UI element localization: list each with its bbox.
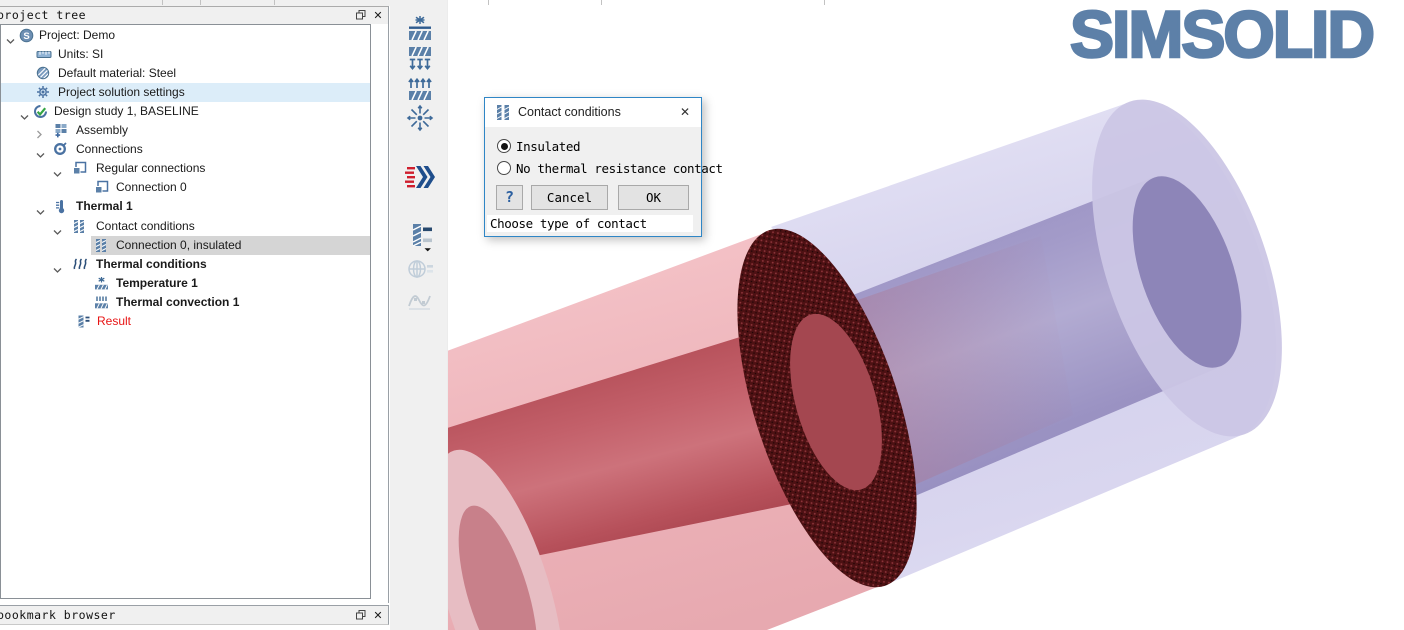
thermal-convection-tool-button[interactable] bbox=[404, 75, 436, 105]
temperature-tool-button[interactable] bbox=[404, 14, 436, 44]
radio-dot bbox=[501, 143, 508, 150]
globe-tool-button-disabled bbox=[404, 254, 436, 284]
tree-item-thermal-1[interactable]: Thermal 1 bbox=[1, 197, 370, 216]
tree-item-solution-settings[interactable]: Project solution settings bbox=[1, 83, 370, 102]
bookmark-browser-titlebar[interactable]: bookmark browser ✕ bbox=[0, 605, 389, 625]
float-panel-icon[interactable] bbox=[354, 9, 368, 22]
radio-selected-icon[interactable] bbox=[497, 139, 511, 153]
result-icon bbox=[77, 314, 91, 334]
insulated-option-label: Insulated bbox=[516, 139, 580, 154]
project-tree-panel: project tree ✕ S Project: Demo Units: SI… bbox=[0, 6, 389, 603]
tree-item-label: Connection 0 bbox=[116, 180, 187, 194]
tree-item-label: Result bbox=[97, 314, 131, 328]
tree-item-thermal-convection-1[interactable]: Thermal convection 1 bbox=[1, 293, 370, 312]
tree-item-label: Project solution settings bbox=[58, 85, 185, 99]
project-tree-titlebar[interactable]: project tree ✕ bbox=[0, 7, 388, 24]
tree-item-label: Temperature 1 bbox=[116, 276, 198, 290]
tree-item-connection-0-insulated[interactable]: Connection 0, insulated bbox=[1, 236, 370, 255]
help-button[interactable]: ? bbox=[496, 185, 523, 210]
tree-item-design-study[interactable]: Design study 1, BASELINE bbox=[1, 102, 370, 121]
tree-item-units[interactable]: Units: SI bbox=[1, 45, 370, 64]
toolbar-remnant-tick bbox=[824, 0, 825, 5]
solve-tool-button[interactable] bbox=[404, 162, 436, 192]
simsolid-logo: SIMSOLID bbox=[1070, 0, 1404, 72]
3d-model-scene[interactable] bbox=[448, 0, 1404, 630]
tree-item-label: Project: Demo bbox=[39, 28, 115, 42]
tree-item-label: Thermal 1 bbox=[76, 199, 133, 213]
project-tree[interactable]: S Project: Demo Units: SI Default materi… bbox=[0, 24, 371, 599]
tree-item-connection-0[interactable]: Connection 0 bbox=[1, 178, 370, 197]
project-tree-title: project tree bbox=[0, 8, 86, 22]
cancel-button[interactable]: Cancel bbox=[531, 185, 608, 210]
tree-item-assembly[interactable]: Assembly bbox=[1, 121, 370, 140]
tree-item-default-material[interactable]: Default material: Steel bbox=[1, 64, 370, 83]
bookmark-browser-title: bookmark browser bbox=[0, 608, 116, 622]
no-thermal-resistance-option-label: No thermal resistance contact bbox=[516, 161, 723, 176]
tree-item-result[interactable]: Result bbox=[1, 312, 370, 331]
svg-text:S: S bbox=[23, 31, 29, 42]
tree-item-label: Connections bbox=[76, 142, 143, 156]
contact-conditions-dialog: Contact conditions ✕ Insulated No therma… bbox=[484, 97, 702, 237]
tree-item-label: Connection 0, insulated bbox=[116, 238, 241, 252]
contact-conditions-tool-button[interactable] bbox=[404, 221, 436, 253]
tree-item-connections[interactable]: Connections bbox=[1, 140, 370, 159]
close-dialog-icon[interactable]: ✕ bbox=[677, 104, 693, 120]
close-panel-icon[interactable]: ✕ bbox=[371, 609, 385, 622]
response-curve-tool-button-disabled bbox=[404, 285, 436, 315]
toolbar-remnant-tick bbox=[488, 0, 489, 5]
dialog-status-bar: Choose type of contact bbox=[487, 215, 693, 232]
float-panel-icon[interactable] bbox=[354, 609, 368, 622]
thermal-radiation-tool-button[interactable] bbox=[404, 103, 436, 133]
tree-item-label: Regular connections bbox=[96, 161, 205, 175]
toolbar-remnant-tick bbox=[601, 0, 602, 5]
dialog-title: Contact conditions bbox=[518, 105, 621, 119]
tree-item-label: Design study 1, BASELINE bbox=[54, 104, 199, 118]
tree-item-label: Contact conditions bbox=[96, 219, 195, 233]
3d-viewport[interactable]: SIMSOLID bbox=[447, 0, 1404, 630]
tree-item-label: Assembly bbox=[76, 123, 128, 137]
radio-unselected-icon[interactable] bbox=[497, 161, 511, 175]
tree-item-label: Units: SI bbox=[58, 47, 103, 61]
heat-flux-tool-button[interactable] bbox=[404, 44, 436, 74]
tree-item-temperature-1[interactable]: Temperature 1 bbox=[1, 274, 370, 293]
simsolid-window: SIMSOLID project tree ✕ S Project: Demo bbox=[0, 0, 1404, 630]
dialog-titlebar[interactable]: Contact conditions ✕ bbox=[485, 98, 701, 127]
toolbar-remnant-tick bbox=[200, 0, 201, 5]
toolbar-remnant-tick bbox=[274, 0, 275, 5]
bookmark-browser-panel: bookmark browser ✕ bbox=[0, 605, 389, 630]
tree-item-project[interactable]: S Project: Demo bbox=[1, 26, 370, 45]
tree-item-regular-connections[interactable]: Regular connections bbox=[1, 159, 370, 178]
tree-item-label: Thermal convection 1 bbox=[116, 295, 239, 309]
contact-bars-icon bbox=[495, 104, 511, 126]
close-panel-icon[interactable]: ✕ bbox=[371, 9, 385, 22]
thermometer-icon bbox=[53, 199, 67, 219]
tree-item-label: Default material: Steel bbox=[58, 66, 176, 80]
ok-button[interactable]: OK bbox=[618, 185, 689, 210]
toolbar-remnant-tick bbox=[162, 0, 163, 5]
tree-item-label: Thermal conditions bbox=[96, 257, 207, 271]
dialog-status-text: Choose type of contact bbox=[490, 216, 647, 231]
analysis-toolbar bbox=[390, 0, 447, 630]
tree-item-contact-conditions[interactable]: Contact conditions bbox=[1, 217, 370, 236]
tree-item-thermal-conditions[interactable]: Thermal conditions bbox=[1, 255, 370, 274]
